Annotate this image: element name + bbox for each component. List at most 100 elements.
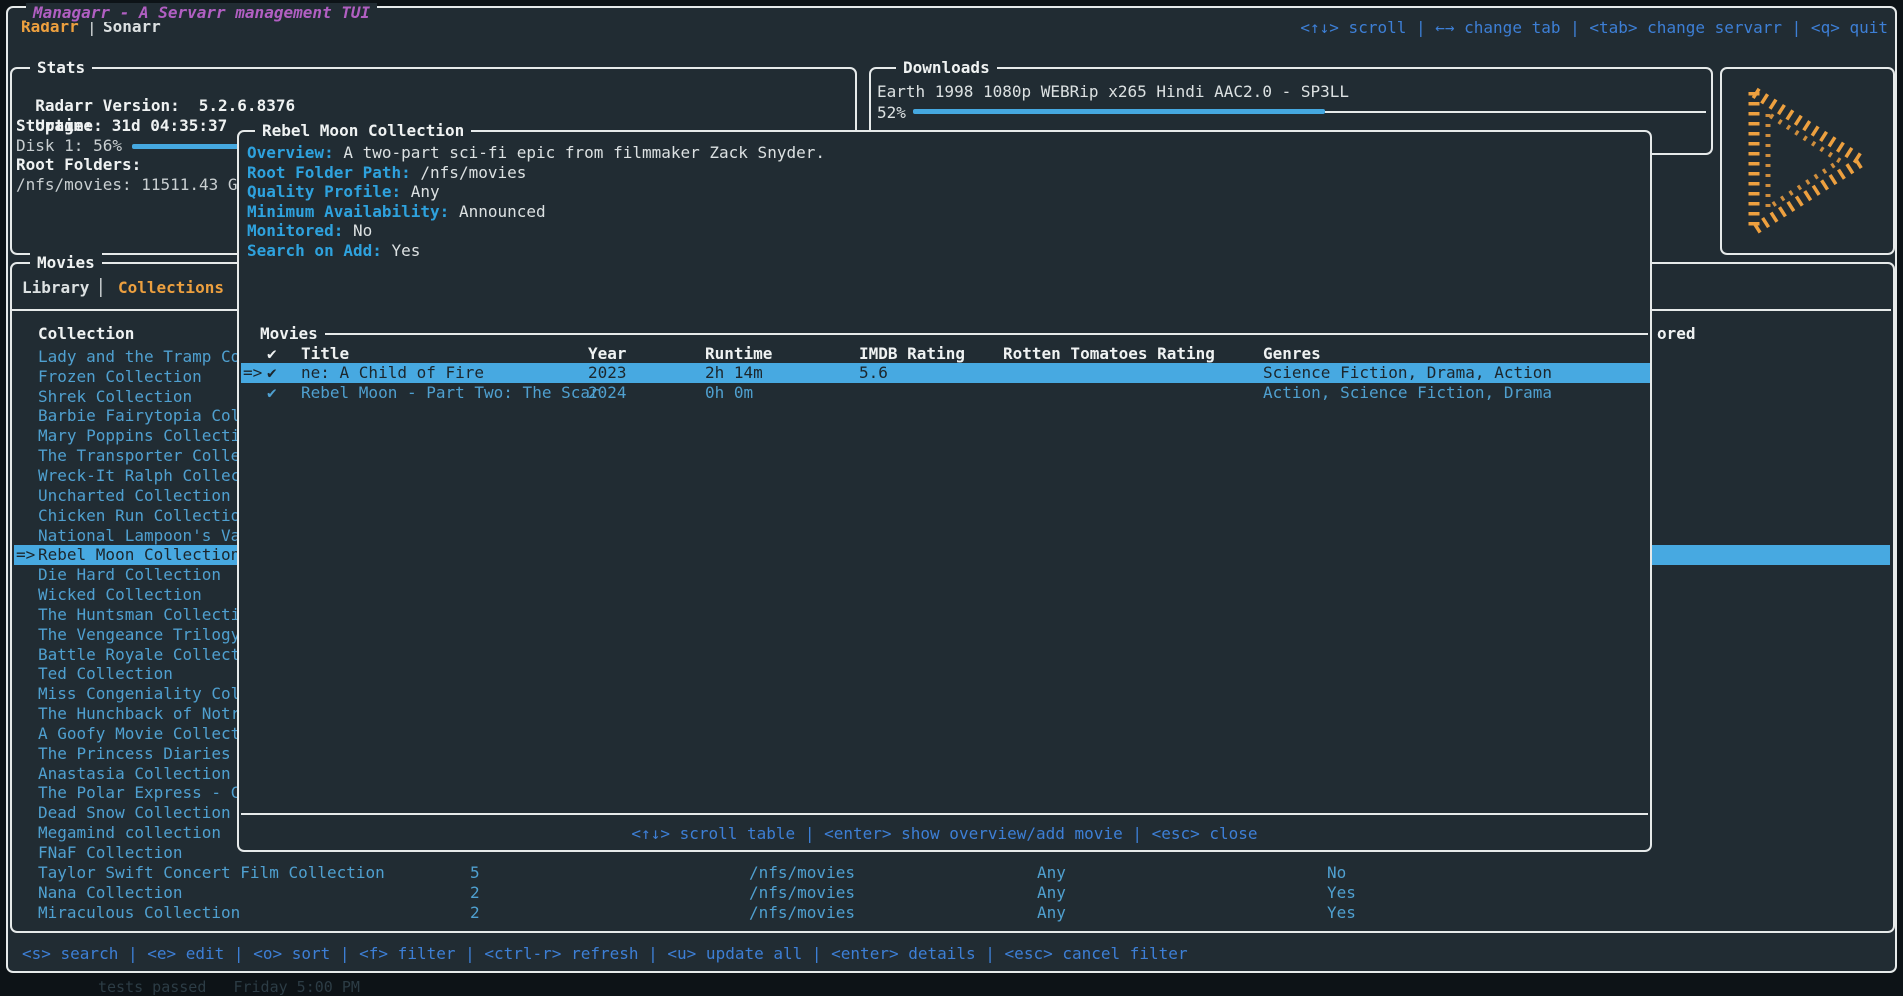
tab-collections[interactable]: Collections (118, 278, 224, 297)
list-item[interactable]: A Goofy Movie Collect (38, 724, 240, 744)
root-folder-value: /nfs/movies: 11511.43 GB (16, 175, 247, 194)
list-item[interactable]: Uncharted Collection (38, 486, 231, 506)
download-progress-bar-rest (1325, 111, 1706, 113)
root-folder: /nfs/movies (749, 883, 855, 902)
movie-row[interactable]: ✔ Rebel Moon - Part Two: The Scar 2024 0… (241, 383, 1650, 403)
managarr-logo-icon (1744, 84, 1872, 238)
modal-footer-separator (241, 813, 1648, 815)
movie-genres: Action, Science Fiction, Drama (1263, 383, 1552, 402)
root-folders-label: Root Folders: (16, 155, 141, 174)
list-item[interactable]: The Polar Express - C (38, 783, 240, 803)
quality-profile: Any (1037, 883, 1066, 902)
download-progress-bar-fill (913, 109, 1325, 114)
list-item[interactable]: FNaF Collection (38, 843, 183, 863)
storage-label: Storage: (16, 116, 93, 135)
collection-details-modal: Rebel Moon Collection Overview: A two-pa… (237, 130, 1652, 852)
monitored-check-icon: ✔ (267, 363, 277, 382)
downloads-panel-title: Downloads (896, 58, 997, 77)
genres-column-header: Genres (1263, 344, 1321, 363)
download-item-title[interactable]: Earth 1998 1080p WEBRip x265 Hindi AAC2.… (877, 82, 1349, 101)
root-folder-path-label: Root Folder Path: (247, 163, 411, 182)
list-item[interactable]: The Transporter Colle (38, 446, 240, 466)
app-title: Managarr - A Servarr management TUI (26, 3, 377, 22)
list-item[interactable]: Frozen Collection (38, 367, 202, 387)
quality-profile: Any (1037, 863, 1066, 882)
list-item[interactable]: Miss Congeniality Col (38, 684, 240, 704)
selection-marker: => (16, 545, 35, 564)
bottom-help-keybindings: <s> search | <e> edit | <o> sort | <f> f… (22, 944, 1188, 963)
list-item[interactable]: Lady and the Tramp Co (38, 347, 240, 367)
stats-panel-title: Stats (30, 58, 92, 77)
collection-column-header: Collection (38, 324, 134, 343)
movie-year: 2024 (588, 383, 627, 402)
movie-row-selected[interactable]: => ✔ ne: A Child of Fire 2023 2h 14m 5.6… (241, 363, 1650, 383)
minimum-availability-label: Minimum Availability: (247, 202, 449, 221)
monitored-value: No (1327, 863, 1346, 882)
selected-collection-name: Rebel Moon Collection (38, 545, 240, 564)
overview-label: Overview: (247, 143, 334, 162)
disk-usage-label: Disk 1: 56% (16, 136, 122, 155)
movie-title: Rebel Moon - Part Two: The Scar (301, 383, 600, 402)
list-item[interactable]: The Hunchback of Notr (38, 704, 240, 724)
uptime-value: 31d 04:35:37 (112, 116, 228, 135)
minimum-availability-value: Announced (459, 202, 546, 221)
top-help-keybindings: <↑↓> scroll | ←→ change tab | <tab> chan… (1300, 18, 1888, 37)
tab-library[interactable]: Library (22, 278, 89, 297)
list-item[interactable]: The Huntsman Collecti (38, 605, 240, 625)
monitored-value: Yes (1327, 883, 1356, 902)
list-item[interactable]: Ted Collection (38, 664, 173, 684)
root-folder: /nfs/movies (749, 903, 855, 922)
list-item[interactable]: Anastasia Collection (38, 764, 231, 784)
overview-value: A two-part sci-fi epic from filmmaker Za… (343, 143, 825, 162)
modal-movies-section-line (325, 333, 1648, 335)
monitored-value: Yes (1327, 903, 1356, 922)
monitored-column-header-fragment: ored (1657, 324, 1696, 343)
quality-profile: Any (1037, 903, 1066, 922)
list-item[interactable]: Shrek Collection (38, 387, 192, 407)
list-item[interactable]: Wicked Collection (38, 585, 202, 605)
movie-runtime: 2h 14m (705, 363, 763, 382)
year-column-header: Year (588, 344, 627, 363)
list-item[interactable]: Chicken Run Collectio (38, 506, 240, 526)
list-item[interactable]: Megamind collection (38, 823, 221, 843)
list-item[interactable]: Mary Poppins Collecti (38, 426, 240, 446)
list-item[interactable]: The Vengeance Trilogy (38, 625, 240, 645)
rotten-tomatoes-column-header: Rotten Tomatoes Rating (1003, 344, 1215, 363)
title-column-header: Title (301, 344, 349, 363)
modal-footer-keybindings: <↑↓> scroll table | <enter> show overvie… (239, 824, 1650, 843)
quality-profile-value: Any (411, 182, 440, 201)
monitored-value: No (353, 221, 372, 240)
root-folder: /nfs/movies (749, 863, 855, 882)
movie-count: 2 (470, 903, 480, 922)
list-item[interactable]: Wreck-It Ralph Collec (38, 466, 240, 486)
search-on-add-value: Yes (392, 241, 421, 260)
table-row[interactable]: Taylor Swift Concert Film Collection 5 /… (14, 863, 1891, 883)
quality-profile-label: Quality Profile: (247, 182, 401, 201)
download-percent-label: 52% (877, 103, 906, 122)
tab-separator: │ (96, 278, 106, 297)
check-column-header: ✔ (267, 344, 277, 363)
movie-title: ne: A Child of Fire (301, 363, 484, 382)
terminal-status-line: tests passed Friday 5:00 PM (98, 978, 360, 996)
collection-name: Miraculous Collection (38, 903, 240, 922)
table-row[interactable]: Miraculous Collection 2 /nfs/movies Any … (14, 903, 1891, 923)
list-item[interactable]: Die Hard Collection (38, 565, 221, 585)
table-row[interactable]: Nana Collection 2 /nfs/movies Any Yes (14, 883, 1891, 903)
movie-count: 5 (470, 863, 480, 882)
list-item[interactable]: Barbie Fairytopia Col (38, 406, 240, 426)
runtime-column-header: Runtime (705, 344, 772, 363)
selection-marker: => (243, 363, 262, 382)
root-folder-path-value: /nfs/movies (420, 163, 526, 182)
movie-runtime: 0h 0m (705, 383, 753, 402)
collection-name: Nana Collection (38, 883, 183, 902)
movie-year: 2023 (588, 363, 627, 382)
movie-imdb-rating: 5.6 (859, 363, 888, 382)
list-item[interactable]: Battle Royale Collect (38, 645, 240, 665)
monitored-check-icon: ✔ (267, 383, 277, 402)
collection-name: Taylor Swift Concert Film Collection (38, 863, 385, 882)
list-item[interactable]: The Princess Diaries (38, 744, 231, 764)
list-item[interactable]: Dead Snow Collection (38, 803, 231, 823)
list-item[interactable]: National Lampoon's Va (38, 526, 240, 546)
search-on-add-label: Search on Add: (247, 241, 382, 260)
movie-genres: Science Fiction, Drama, Action (1263, 363, 1552, 382)
